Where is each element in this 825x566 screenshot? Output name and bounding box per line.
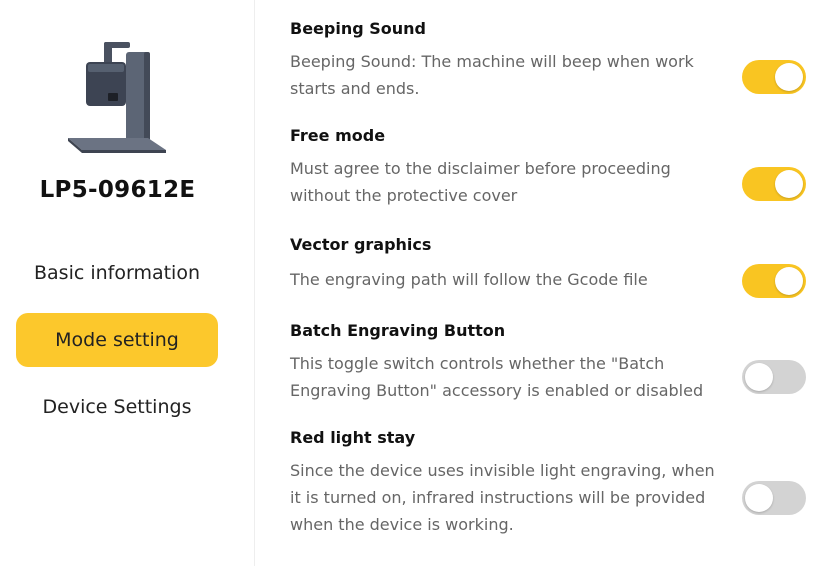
setting-description: The engraving path will follow the Gcode… [290, 270, 648, 289]
setting-beeping-sound: Beeping Sound Beeping Sound: The machine… [290, 18, 820, 108]
setting-description: Since the device uses invisible light en… [290, 461, 715, 534]
setting-red-light-stay: Red light stay Since the device uses inv… [290, 427, 820, 547]
setting-title: Beeping Sound [290, 19, 426, 38]
sidebar: LP5-09612E Basic information Mode settin… [0, 0, 255, 566]
nav-device-settings[interactable]: Device Settings [16, 380, 218, 434]
toggle-knob [775, 63, 803, 91]
setting-description: Beeping Sound: The machine will beep whe… [290, 52, 694, 98]
toggle-knob [775, 267, 803, 295]
setting-title: Red light stay [290, 428, 416, 447]
setting-title: Batch Engraving Button [290, 321, 506, 340]
toggle-knob [745, 363, 773, 391]
batch-engraving-button-toggle[interactable] [742, 360, 806, 394]
free-mode-toggle[interactable] [742, 167, 806, 201]
setting-title: Free mode [290, 126, 386, 145]
setting-description: This toggle switch controls whether the … [290, 354, 704, 400]
toggle-knob [745, 484, 773, 512]
nav-mode-setting[interactable]: Mode setting [16, 313, 218, 367]
setting-free-mode: Free mode Must agree to the disclaimer b… [290, 125, 820, 215]
red-light-stay-toggle[interactable] [742, 481, 806, 515]
mode-settings-window: LP5-09612E Basic information Mode settin… [0, 0, 825, 566]
device-name: LP5-09612E [39, 177, 196, 203]
setting-description: Must agree to the disclaimer before proc… [290, 159, 671, 205]
nav-basic-information[interactable]: Basic information [16, 246, 218, 300]
toggle-knob [775, 170, 803, 198]
settings-panel: Beeping Sound Beeping Sound: The machine… [290, 0, 820, 566]
setting-title: Vector graphics [290, 235, 432, 254]
laser-engraver-device-image [68, 42, 166, 153]
beeping-sound-toggle[interactable] [742, 60, 806, 94]
vector-graphics-toggle[interactable] [742, 264, 806, 298]
setting-batch-engraving-button: Batch Engraving Button This toggle switc… [290, 320, 820, 410]
setting-vector-graphics: Vector graphics The engraving path will … [290, 234, 820, 304]
